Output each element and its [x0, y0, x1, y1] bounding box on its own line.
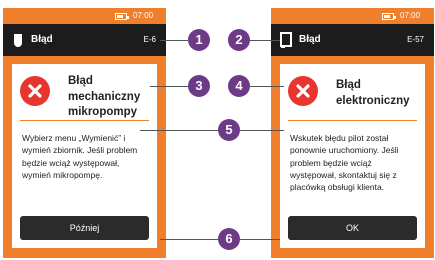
callout-6: 6 [218, 228, 240, 250]
battery-icon [115, 13, 129, 20]
status-time: 07:00 [133, 11, 154, 20]
status-bar: 07:00 [3, 8, 166, 24]
divider [288, 120, 417, 121]
leader-line [160, 40, 188, 41]
leader-line [240, 130, 284, 131]
error-description: Wskutek błędu pilot został ponownie uruc… [290, 133, 399, 193]
callout-2: 2 [228, 29, 250, 51]
error-x-icon [288, 76, 318, 106]
header-title: Błąd [299, 34, 321, 45]
later-button[interactable]: Później [20, 216, 149, 240]
error-card: Błąd elektroniczny Wskutek błędu pilot z… [280, 64, 425, 248]
leader-line [140, 130, 218, 131]
ok-button[interactable]: OK [288, 216, 417, 240]
error-code: E-57 [407, 35, 424, 44]
header-title: Błąd [31, 34, 53, 45]
callout-5: 5 [218, 119, 240, 141]
callout-1: 1 [188, 29, 210, 51]
callout-4: 4 [228, 75, 250, 97]
cartridge-icon [14, 34, 22, 47]
leader-line [250, 86, 284, 87]
error-title: Błąd mechaniczny mikropompy [68, 75, 141, 119]
error-x-icon [20, 76, 50, 106]
error-code: E-6 [143, 35, 156, 44]
leader-line [160, 239, 218, 240]
leader-line [150, 86, 188, 87]
battery-icon [382, 13, 396, 20]
error-title: Błąd elektroniczny [336, 79, 410, 107]
right-phone-screen: 07:00 Błąd E-57 Błąd elektroniczny Wskut… [271, 8, 434, 258]
error-description: Wybierz menu „Wymienić” i wymień zbiorni… [22, 133, 138, 180]
header-bar: Błąd E-57 [271, 24, 434, 56]
leader-line [250, 40, 280, 41]
status-bar: 07:00 [271, 8, 434, 24]
header-bar: Błąd E-6 [3, 24, 166, 56]
divider [20, 120, 149, 121]
leader-line [240, 239, 280, 240]
left-phone-screen: 07:00 Błąd E-6 Błąd mechaniczny mikropom… [3, 8, 166, 258]
callout-3: 3 [188, 75, 210, 97]
status-time: 07:00 [400, 11, 421, 20]
error-card: Błąd mechaniczny mikropompy Wybierz menu… [12, 64, 157, 248]
